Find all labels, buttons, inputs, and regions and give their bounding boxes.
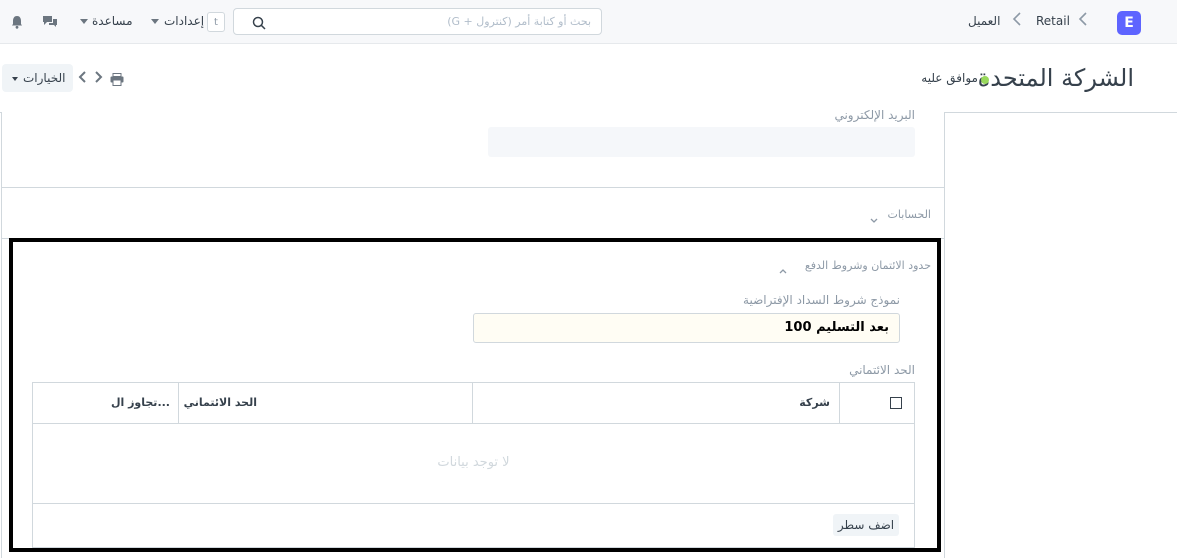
next-record-button[interactable]: [94, 70, 103, 88]
payment-terms-field[interactable]: 100 بعد التسليم: [473, 313, 900, 343]
options-button-label: الخيارات: [23, 71, 66, 85]
email-label: البريد الإلكتروني: [834, 108, 915, 122]
caret-down-icon: [151, 19, 159, 24]
section-divider: [1, 187, 945, 188]
search-icon: [252, 15, 266, 30]
column-divider: [472, 383, 473, 423]
caret-down-icon: [80, 19, 88, 24]
chevron-up-icon[interactable]: [779, 260, 787, 274]
search-placeholder: بحث أو كتابة أمر (كنترول + G): [447, 15, 591, 28]
email-field[interactable]: [488, 127, 915, 157]
chevron-left-icon: [1078, 11, 1088, 31]
status-indicator-dot: [981, 76, 989, 84]
page-title: الشركة المتحدة: [977, 64, 1134, 92]
help-menu[interactable]: مساعدة: [92, 14, 133, 28]
caret-down-icon: [12, 77, 18, 81]
select-all-checkbox[interactable]: [890, 397, 902, 409]
previous-record-button[interactable]: [78, 70, 87, 88]
column-divider: [178, 383, 179, 423]
chevron-down-icon[interactable]: [870, 210, 878, 223]
breadcrumb-retail[interactable]: Retail: [1036, 14, 1070, 28]
keyboard-shortcut-badge: t: [207, 12, 225, 32]
options-button[interactable]: الخيارات: [2, 64, 73, 92]
column-header-company[interactable]: شركة: [799, 396, 830, 409]
print-icon[interactable]: [110, 71, 124, 86]
empty-table-message: لا توجد بيانات: [33, 423, 914, 504]
settings-menu[interactable]: إعدادات: [164, 14, 204, 28]
bell-icon[interactable]: [11, 14, 23, 33]
accounts-section-title[interactable]: الحسابات: [888, 208, 931, 221]
app-logo[interactable]: E: [1117, 11, 1141, 35]
column-divider: [839, 383, 840, 423]
chat-icon[interactable]: [42, 14, 58, 33]
credit-section-title[interactable]: حدود الائتمان وشروط الدفع: [805, 259, 931, 272]
search-input[interactable]: بحث أو كتابة أمر (كنترول + G): [233, 8, 602, 35]
payment-terms-value: 100 بعد التسليم: [784, 320, 889, 335]
credit-limit-label: الحد الائتماني: [849, 363, 915, 377]
payment-terms-label: نموذج شروط السداد الإفتراضية: [743, 293, 900, 307]
column-header-credit-limit[interactable]: الحد الائتماني: [184, 396, 257, 409]
chevron-left-icon: [1012, 11, 1022, 31]
add-row-button[interactable]: اضف سطر: [833, 514, 899, 536]
column-header-bypass[interactable]: تجاوز ال...: [111, 396, 170, 409]
breadcrumb-customer[interactable]: العميل: [968, 14, 1000, 28]
credit-limit-table: شركة الحد الائتماني تجاوز ال... لا توجد …: [32, 382, 915, 548]
status-indicator: موافق عليه: [921, 71, 978, 85]
